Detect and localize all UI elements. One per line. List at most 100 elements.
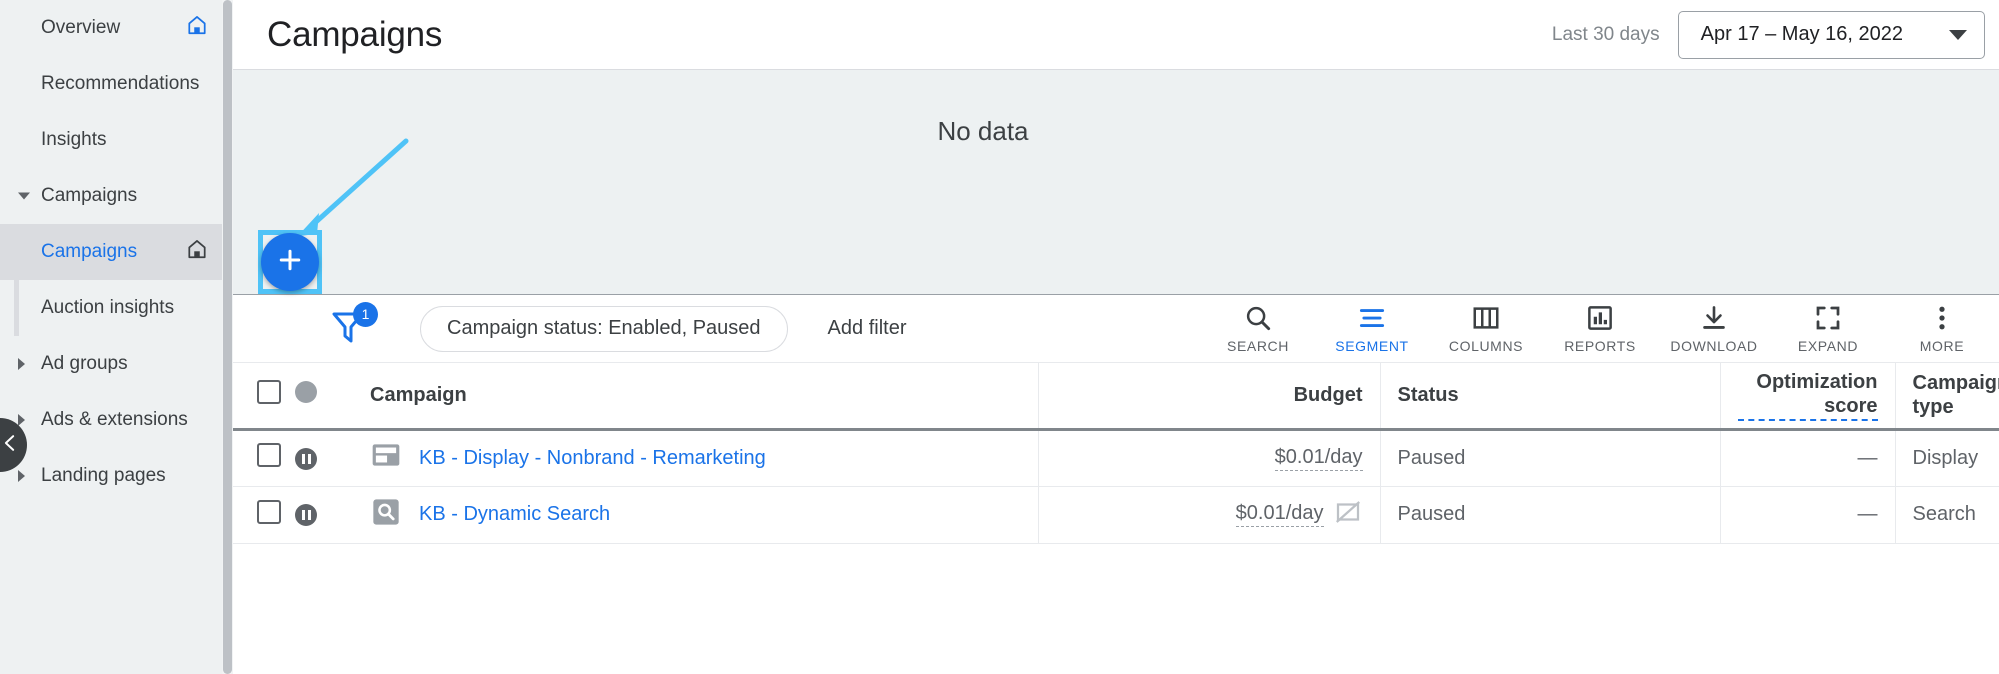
sidebar-item-label: Campaigns	[41, 185, 138, 206]
status-dot-icon	[295, 381, 317, 404]
toolbar-button-label: DOWNLOAD	[1670, 338, 1758, 354]
row-select-cell	[233, 486, 295, 544]
column-header-campaign-type[interactable]: Campaign type	[1895, 363, 1999, 431]
filter-chip-campaign-status[interactable]: Campaign status: Enabled, Paused	[420, 305, 788, 352]
toolbar-search-button[interactable]: SEARCH	[1201, 303, 1315, 354]
toolbar-button-label: MORE	[1919, 338, 1965, 354]
sidebar-item-overview[interactable]: Overview	[0, 0, 222, 56]
home-icon-dark[interactable]	[186, 238, 208, 266]
sidebar-item-label: Campaigns	[41, 241, 138, 262]
segment-icon	[1357, 303, 1387, 333]
toolbar-button-label: REPORTS	[1564, 338, 1636, 354]
select-all-checkbox[interactable]	[257, 380, 281, 405]
campaigns-table-head: Campaign Budget Status Optimization scor…	[233, 363, 1999, 431]
sidebar-scrollbar-thumb[interactable]	[223, 0, 232, 674]
row-campaign-cell: KB - Display - Nonbrand - Remarketing	[353, 429, 1039, 487]
toolbar-segment-button[interactable]: SEGMENT	[1315, 303, 1429, 354]
page-title: Campaigns	[267, 14, 443, 54]
chevron-right-icon[interactable]	[18, 470, 25, 482]
date-range-value: Apr 17 – May 16, 2022	[1700, 23, 1903, 45]
sidebar-item-label: Landing pages	[41, 465, 166, 486]
row-state-cell	[295, 429, 353, 487]
toolbar-button-label: EXPAND	[1797, 338, 1859, 354]
display-icon	[370, 439, 402, 477]
filter-button[interactable]: 1	[328, 301, 382, 352]
row-budget-cell: $0.01/day	[1038, 486, 1381, 544]
expand-icon	[1813, 303, 1843, 333]
table-row[interactable]: KB - Dynamic Search $0.01/day Paused — Searc…	[233, 486, 1999, 544]
performance-chart-panel: No data	[233, 70, 1999, 295]
column-header-optimization-score-label: Optimization score	[1756, 370, 1878, 418]
filter-chip-label: Campaign status: Enabled, Paused	[447, 317, 761, 339]
paused-icon[interactable]	[295, 447, 317, 470]
campaigns-table-body: KB - Display - Nonbrand - Remarketing $0.…	[233, 429, 1999, 544]
row-campaign-type-cell: Search	[1895, 486, 1999, 544]
toolbar-columns-button[interactable]: COLUMNS	[1429, 303, 1543, 354]
home-icon-blue[interactable]	[186, 14, 208, 42]
column-header-budget[interactable]: Budget	[1038, 363, 1381, 431]
header-right-controls: Last 30 days Apr 17 – May 16, 2022	[1552, 10, 1985, 59]
table-row[interactable]: KB - Display - Nonbrand - Remarketing $0.…	[233, 429, 1999, 487]
toolbar-button-label: SEARCH	[1227, 338, 1289, 354]
toolbar-download-button[interactable]: DOWNLOAD	[1657, 303, 1771, 354]
search-box-icon	[370, 496, 402, 534]
budget-value[interactable]: $0.01/day	[1274, 446, 1363, 471]
add-filter-button[interactable]: Add filter	[828, 317, 907, 340]
sidebar-item-label: Recommendations	[41, 73, 200, 94]
row-checkbox[interactable]	[257, 443, 281, 467]
chevron-right-icon[interactable]	[18, 414, 25, 426]
sidebar-item-label: Ad groups	[41, 353, 128, 374]
chevron-right-icon[interactable]	[18, 358, 25, 370]
sidebar-scrollbar[interactable]	[222, 0, 233, 674]
toolbar-expand-button[interactable]: EXPAND	[1771, 303, 1885, 354]
sidebar-item-ad-groups[interactable]: Ad groups	[0, 336, 222, 392]
toolbar-reports-button[interactable]: REPORTS	[1543, 303, 1657, 354]
sidebar-item-recommendations[interactable]: Recommendations	[0, 56, 222, 112]
sidebar-item-campaigns-selected[interactable]: Campaigns	[0, 224, 222, 280]
paused-icon[interactable]	[295, 504, 317, 526]
plus-icon	[275, 245, 305, 280]
chart-empty-message: No data	[937, 116, 1029, 146]
sidebar-item-ads-extensions[interactable]: Ads & extensions	[0, 392, 222, 448]
sidebar-nav-list: Overview Recommendations Insights Campaigns…	[0, 0, 222, 504]
app-root: Overview Recommendations Insights Campaigns…	[0, 0, 1999, 674]
chevron-down-icon[interactable]	[18, 192, 30, 200]
chevron-left-icon	[0, 432, 21, 459]
campaigns-table: Campaign Budget Status Optimization scor…	[233, 363, 1999, 544]
table-toolbar: 1 Campaign status: Enabled, Paused Add f…	[233, 295, 1999, 363]
row-status-cell: Paused	[1380, 486, 1721, 544]
sidebar-item-auction-insights[interactable]: Auction insights	[0, 280, 222, 336]
select-all-header	[233, 363, 295, 431]
page-header: Campaigns Last 30 days Apr 17 – May 16, …	[233, 0, 1999, 70]
toolbar-button-label: SEGMENT	[1335, 338, 1409, 354]
main-content: Campaigns Last 30 days Apr 17 – May 16, …	[233, 0, 1999, 674]
toolbar-more-button[interactable]: MORE	[1885, 303, 1999, 354]
new-campaign-button[interactable]	[261, 233, 319, 291]
sidebar-item-label: Overview	[41, 17, 121, 38]
column-header-campaign[interactable]: Campaign	[353, 363, 1039, 431]
row-optimization-score-cell: —	[1720, 486, 1896, 544]
row-status-cell: Paused	[1380, 429, 1721, 487]
date-range-picker[interactable]: Apr 17 – May 16, 2022	[1677, 10, 1985, 59]
column-header-status[interactable]: Status	[1380, 363, 1721, 431]
columns-icon	[1471, 303, 1501, 333]
toolbar-button-label: COLUMNS	[1448, 338, 1524, 354]
row-optimization-score-cell: —	[1720, 429, 1896, 487]
campaign-name-link[interactable]: KB - Display - Nonbrand - Remarketing	[419, 447, 766, 470]
budget-value[interactable]: $0.01/day	[1235, 502, 1324, 527]
sidebar-item-label: Ads & extensions	[41, 409, 188, 430]
sidebar-tree-guide	[14, 224, 19, 336]
sidebar-item-campaigns[interactable]: Campaigns	[0, 168, 222, 224]
row-checkbox[interactable]	[257, 499, 281, 524]
table-header-row: Campaign Budget Status Optimization scor…	[233, 363, 1999, 431]
download-icon	[1699, 303, 1729, 333]
sidebar-item-insights[interactable]: Insights	[0, 112, 222, 168]
more-vert-icon	[1927, 303, 1957, 333]
search-icon	[1243, 303, 1273, 333]
budget-warning-icon	[1333, 497, 1363, 533]
row-select-cell	[233, 429, 295, 487]
column-header-optimization-score[interactable]: Optimization score	[1720, 363, 1896, 431]
campaign-name-link[interactable]: KB - Dynamic Search	[419, 503, 610, 526]
sidebar-item-landing-pages[interactable]: Landing pages	[0, 448, 222, 504]
status-dot-header	[295, 363, 353, 431]
